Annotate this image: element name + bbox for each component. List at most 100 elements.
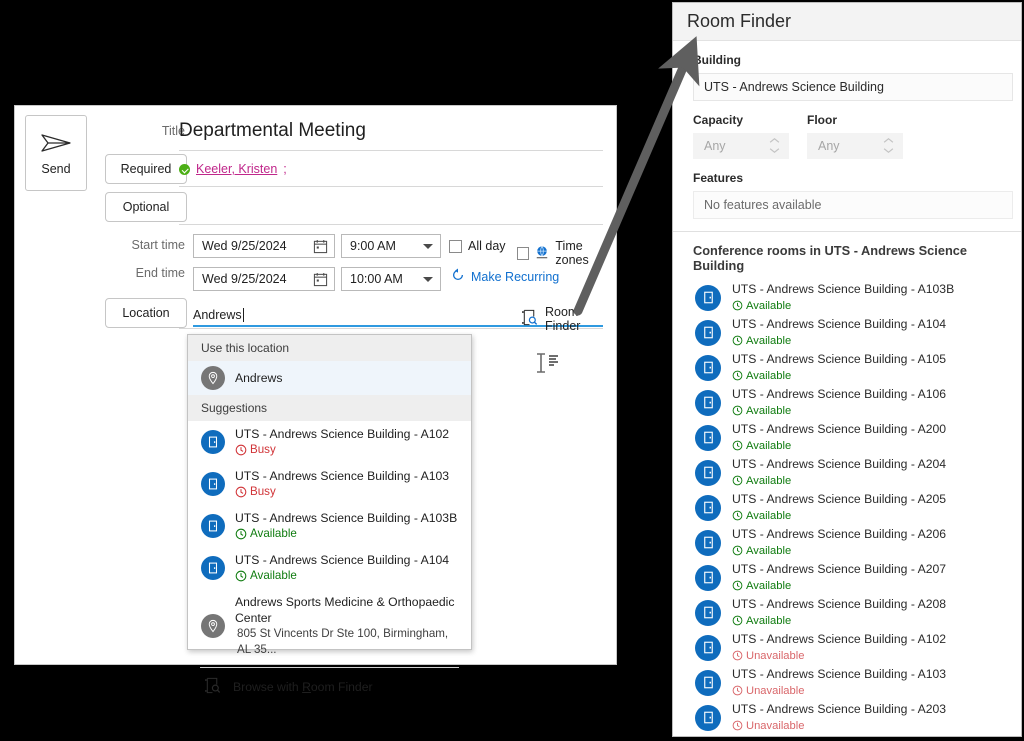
room-status: Available xyxy=(732,438,946,454)
room-name: UTS - Andrews Science Building - A206 xyxy=(732,526,947,541)
room-list-item[interactable]: UTS - Andrews Science Building - A208 Ava… xyxy=(673,595,1021,630)
location-input-value: Andrews xyxy=(193,308,242,322)
room-list-item[interactable]: UTS - Andrews Science Building - A105 Ava… xyxy=(673,350,1021,385)
time-zones-toggle[interactable]: Time zones xyxy=(517,239,616,267)
stepper-arrows[interactable] xyxy=(769,137,780,154)
send-button[interactable]: Send xyxy=(25,115,87,191)
room-status: Available xyxy=(732,473,946,489)
room-icon xyxy=(201,556,225,580)
chevron-down-icon[interactable] xyxy=(423,244,433,249)
clock-icon xyxy=(235,570,247,582)
start-date-input[interactable]: Wed 9/25/2024 xyxy=(193,234,335,258)
place-result-item[interactable]: Andrews Sports Medicine & Orthopaedic Ce… xyxy=(188,589,471,663)
suggestions-list: UTS - Andrews Science Building - A102 Bus… xyxy=(188,421,471,589)
room-list-item[interactable]: UTS - Andrews Science Building - A205 Ava… xyxy=(673,490,1021,525)
suggestion-name: UTS - Andrews Science Building - A103 xyxy=(235,469,450,483)
end-date-input[interactable]: Wed 9/25/2024 xyxy=(193,267,335,291)
room-list-item[interactable]: UTS - Andrews Science Building - A104 Ava… xyxy=(673,315,1021,350)
use-this-location-item[interactable]: Andrews xyxy=(188,361,471,395)
start-time-input[interactable]: 9:00 AM xyxy=(341,234,441,258)
room-status: Available xyxy=(732,333,946,349)
room-icon xyxy=(695,704,721,731)
room-finder-icon xyxy=(204,677,221,697)
room-icon xyxy=(201,430,225,454)
room-finder-title: Room Finder xyxy=(673,3,1021,41)
room-list-item[interactable]: UTS - Andrews Science Building - A103B Av… xyxy=(673,280,1021,315)
room-name: UTS - Andrews Science Building - A103 xyxy=(732,666,947,681)
attendee-chip[interactable]: Keeler, Kristen xyxy=(196,162,277,176)
title-input[interactable]: Departmental Meeting xyxy=(179,114,603,148)
text-caret xyxy=(242,308,244,322)
location-button[interactable]: Location xyxy=(105,298,187,328)
checkbox-box[interactable] xyxy=(517,246,530,260)
suggestion-status: Busy xyxy=(235,442,449,458)
features-combobox[interactable]: No features available xyxy=(693,191,1013,219)
room-name: UTS - Andrews Science Building - A103B xyxy=(732,281,955,296)
divider xyxy=(179,224,603,225)
suggestion-item[interactable]: UTS - Andrews Science Building - A103B Av… xyxy=(188,505,471,547)
required-button-label: Required xyxy=(120,162,172,176)
divider xyxy=(179,186,603,187)
clock-icon xyxy=(732,580,743,591)
suggestion-item[interactable]: UTS - Andrews Science Building - A104 Ava… xyxy=(188,547,471,589)
room-list-item[interactable]: UTS - Andrews Science Building - A206 Ava… xyxy=(673,525,1021,560)
all-day-label: All day xyxy=(468,239,506,253)
room-list-item[interactable]: UTS - Andrews Science Building - A200 Ava… xyxy=(673,420,1021,455)
room-list-item[interactable]: UTS - Andrews Science Building - A204 Ava… xyxy=(673,455,1021,490)
title-field-label: Title xyxy=(161,124,185,138)
browse-with-room-finder-item[interactable]: Browse with Room Finder xyxy=(188,668,471,706)
clock-icon xyxy=(235,486,247,498)
room-icon xyxy=(695,319,721,346)
suggestion-item[interactable]: UTS - Andrews Science Building - A102 Bus… xyxy=(188,421,471,463)
make-recurring-label: Make Recurring xyxy=(471,269,560,284)
floor-stepper[interactable]: Any xyxy=(807,133,903,159)
clock-icon xyxy=(732,335,743,346)
use-this-location-header: Use this location xyxy=(188,335,471,361)
clock-icon xyxy=(732,370,743,381)
capacity-stepper[interactable]: Any xyxy=(693,133,789,159)
calendar-icon[interactable] xyxy=(313,272,328,290)
chevron-down-icon xyxy=(883,148,894,153)
end-time-input[interactable]: 10:00 AM xyxy=(341,267,441,291)
location-autocomplete-dropdown: Use this location Andrews Suggestions UT… xyxy=(187,334,472,694)
suggestion-item[interactable]: UTS - Andrews Science Building - A103 Bus… xyxy=(188,463,471,505)
room-icon xyxy=(201,514,225,538)
optional-button[interactable]: Optional xyxy=(105,192,187,222)
use-this-location-value: Andrews xyxy=(235,371,283,385)
room-finder-button-label: Room Finder xyxy=(545,305,581,333)
place-result-name: Andrews Sports Medicine & Orthopaedic Ce… xyxy=(235,595,455,625)
building-combobox[interactable]: UTS - Andrews Science Building xyxy=(693,73,1013,101)
required-attendees-field[interactable]: Keeler, Kristen; xyxy=(179,156,603,182)
room-finder-button[interactable]: Room Finder xyxy=(521,305,616,333)
conference-rooms-section-title: Conference rooms in UTS - Andrews Scienc… xyxy=(693,243,968,273)
make-recurring-button[interactable]: Make Recurring xyxy=(451,268,559,285)
room-name: UTS - Andrews Science Building - A106 xyxy=(732,386,947,401)
clock-icon xyxy=(732,475,743,486)
room-finder-icon xyxy=(521,309,538,329)
all-day-checkbox[interactable]: All day xyxy=(449,239,506,253)
map-pin-icon xyxy=(201,614,225,638)
room-status: Available xyxy=(732,368,946,384)
room-status: Available xyxy=(732,543,946,559)
stepper-arrows[interactable] xyxy=(883,137,894,154)
screenshot-root: Send Required Optional Location Title De… xyxy=(0,0,1024,741)
room-list-item[interactable]: UTS - Andrews Science Building - A103 Una… xyxy=(673,665,1021,700)
room-list-item[interactable]: UTS - Andrews Science Building - A207 Ava… xyxy=(673,560,1021,595)
divider xyxy=(179,150,603,151)
room-list-item[interactable]: UTS - Andrews Science Building - A102 Una… xyxy=(673,630,1021,665)
capacity-label: Capacity xyxy=(693,113,744,127)
required-button[interactable]: Required xyxy=(105,154,187,184)
chevron-down-icon[interactable] xyxy=(423,277,433,282)
room-list-item[interactable]: UTS - Andrews Science Building - A203 Una… xyxy=(673,700,1021,735)
building-label: Building xyxy=(693,53,741,67)
place-result-address: 805 St Vincents Dr Ste 100, Birmingham, … xyxy=(237,627,449,656)
checkbox-box[interactable] xyxy=(449,239,462,253)
room-finder-pane: Room Finder Building UTS - Andrews Scien… xyxy=(672,2,1022,737)
room-status: Unavailable xyxy=(732,683,946,699)
clock-icon xyxy=(732,405,743,416)
room-status: Available xyxy=(732,508,946,524)
browse-suffix: oom Finder xyxy=(310,680,373,694)
suggestion-name: UTS - Andrews Science Building - A104 xyxy=(235,553,450,567)
room-list-item[interactable]: UTS - Andrews Science Building - A106 Ava… xyxy=(673,385,1021,420)
calendar-icon[interactable] xyxy=(313,239,328,257)
